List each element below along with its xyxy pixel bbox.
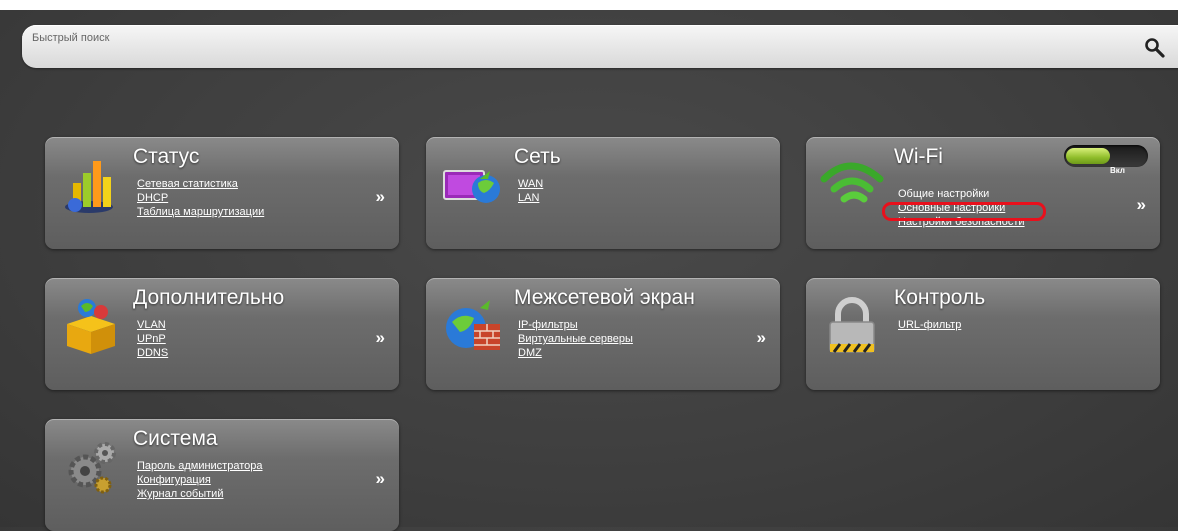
- link-basic-settings[interactable]: Основные настройки: [898, 201, 1025, 215]
- tile-wifi[interactable]: Wi-Fi Вкл Общие настройки Основные настр…: [806, 137, 1160, 249]
- link-upnp[interactable]: UPnP: [137, 332, 168, 346]
- link-dhcp[interactable]: DHCP: [137, 191, 264, 205]
- tile-title: Межсетевой экран: [514, 286, 695, 309]
- general-settings-label: Общие настройки: [898, 188, 990, 200]
- expand-arrow[interactable]: »: [376, 328, 385, 348]
- tile-title: Статус: [133, 145, 200, 168]
- toggle-label: Вкл: [1110, 166, 1125, 175]
- link-admin-password[interactable]: Пароль администратора: [137, 459, 263, 473]
- link-security-settings[interactable]: Настройки безопасности: [898, 215, 1025, 229]
- tile-title: Система: [133, 427, 218, 450]
- tile-network[interactable]: Сеть WAN LAN: [426, 137, 780, 249]
- padlock-icon: [829, 297, 875, 353]
- tile-title: Контроль: [894, 286, 986, 309]
- link-dmz[interactable]: DMZ: [518, 346, 633, 360]
- link-network-statistics[interactable]: Сетевая статистика: [137, 177, 264, 191]
- link-ddns[interactable]: DDNS: [137, 346, 168, 360]
- quick-search-bar: [22, 25, 1178, 68]
- link-vlan[interactable]: VLAN: [137, 318, 168, 332]
- bar-chart-icon: [65, 161, 113, 213]
- link-virtual-servers[interactable]: Виртуальные серверы: [518, 332, 633, 346]
- link-routing-table[interactable]: Таблица маршрутизации: [137, 205, 264, 219]
- toggle-knob: [1066, 148, 1110, 164]
- tile-title: Wi-Fi: [894, 145, 943, 168]
- expand-arrow[interactable]: »: [376, 187, 385, 207]
- link-configuration[interactable]: Конфигурация: [137, 473, 263, 487]
- tile-system[interactable]: Система Пароль администратора Конфигурац…: [45, 419, 399, 531]
- tile-title: Сеть: [514, 145, 561, 168]
- expand-arrow[interactable]: »: [376, 469, 385, 489]
- top-strip: [0, 0, 1178, 10]
- expand-arrow[interactable]: »: [757, 328, 766, 348]
- open-box-icon: [67, 299, 115, 354]
- magnifier-icon[interactable]: [1144, 37, 1166, 59]
- link-ip-filters[interactable]: IP-фильтры: [518, 318, 633, 332]
- tile-firewall[interactable]: Межсетевой экран IP-фильтры Виртуальные …: [426, 278, 780, 390]
- globe-brick-wall-icon: [446, 300, 500, 350]
- quick-search-input[interactable]: [30, 27, 1134, 49]
- link-event-log[interactable]: Журнал событий: [137, 487, 263, 501]
- tile-advanced[interactable]: Дополнительно VLAN UPnP DDNS »: [45, 278, 399, 390]
- gears-icon: [68, 442, 116, 494]
- wifi-toggle[interactable]: [1064, 145, 1148, 167]
- monitor-globe-icon: [443, 170, 500, 203]
- wifi-signal-icon: [820, 162, 884, 203]
- link-lan[interactable]: LAN: [518, 191, 543, 205]
- tile-title: Дополнительно: [133, 286, 285, 309]
- expand-arrow[interactable]: »: [1137, 195, 1146, 215]
- tile-control[interactable]: Контроль URL-фильтр: [806, 278, 1160, 390]
- link-url-filter[interactable]: URL-фильтр: [898, 318, 961, 332]
- link-wan[interactable]: WAN: [518, 177, 543, 191]
- tile-status[interactable]: Статус Сетевая статистика DHCP Таблица м…: [45, 137, 399, 249]
